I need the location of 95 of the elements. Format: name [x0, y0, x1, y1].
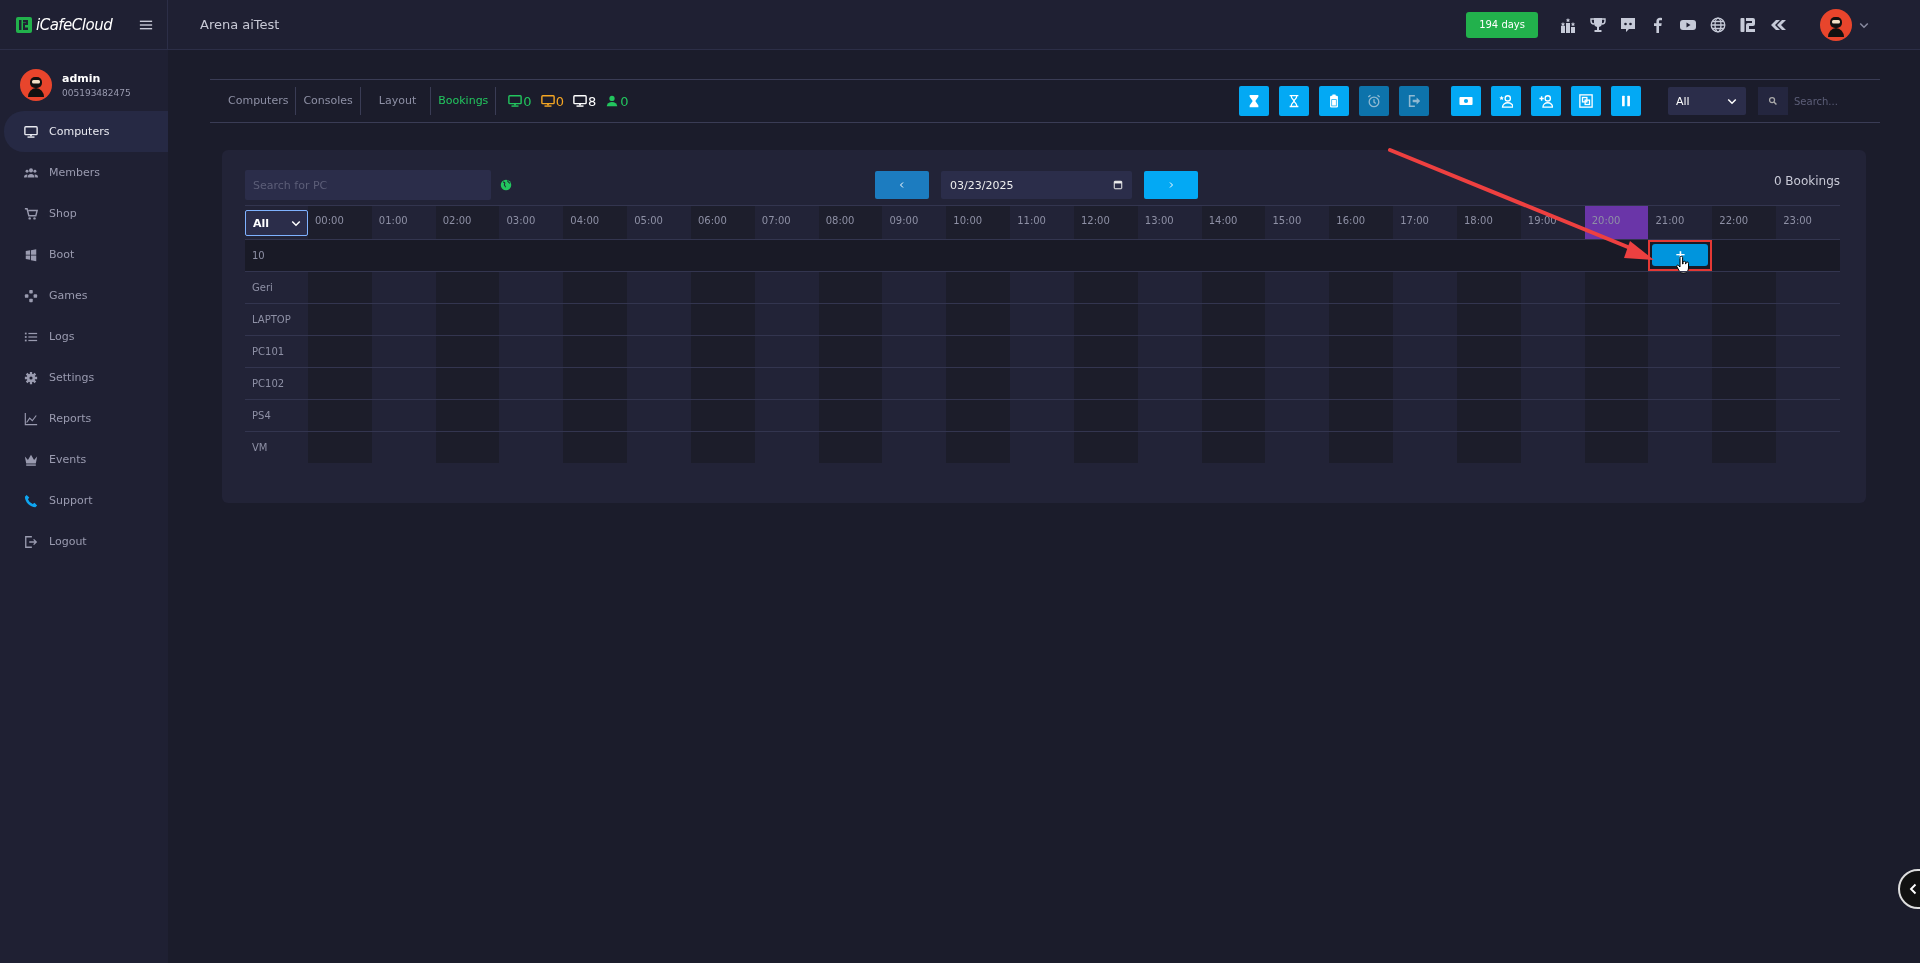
hour-header: 03:00	[505, 214, 537, 228]
avatar	[1820, 8, 1852, 41]
sidebar-item[interactable]: Games	[4, 275, 168, 316]
avatar	[20, 69, 52, 101]
search-button[interactable]	[1758, 87, 1788, 115]
tab[interactable]: Computers	[210, 87, 297, 115]
user-plus-icon	[1539, 94, 1553, 108]
hour-header: 09:00	[888, 214, 920, 228]
brand-mark-icon	[1740, 16, 1756, 33]
sidebar-item[interactable]: Logs	[4, 316, 168, 357]
toolbar-button[interactable]	[1611, 86, 1641, 116]
frame-icon	[1579, 94, 1593, 108]
monitor-icon	[24, 124, 38, 139]
banknote-icon	[1459, 94, 1473, 108]
toolbar-button[interactable]	[1531, 86, 1561, 116]
user-star-icon	[1499, 94, 1513, 108]
tab[interactable]: Bookings	[431, 87, 497, 115]
hour-header: 08:00	[818, 206, 883, 239]
gear-icon	[24, 370, 38, 385]
bookings-count: 0 Bookings	[1773, 174, 1840, 188]
chat-icon	[1620, 16, 1636, 33]
toolbar-button[interactable]	[1491, 86, 1521, 116]
exit-icon	[1407, 94, 1421, 108]
hour-header: 06:00	[691, 206, 755, 239]
hour-header: 20:00	[1584, 206, 1649, 239]
hour-header: 10:00	[946, 206, 1011, 239]
next-day-button[interactable]	[1144, 171, 1198, 199]
gamepad-icon	[24, 288, 38, 303]
pause-icon	[1619, 94, 1633, 108]
sidebar-item[interactable]: Support	[4, 480, 168, 521]
logout-icon	[24, 534, 38, 549]
line-chart-icon	[24, 411, 38, 426]
date-field[interactable]: 03/23/2025	[941, 171, 1132, 199]
hour-header: 05:00	[633, 214, 664, 228]
hour-header: 01:00	[377, 214, 409, 228]
user-id: 005193482475	[62, 88, 131, 98]
toolbar-button[interactable]	[1451, 86, 1481, 116]
hour-header: 18:00	[1457, 206, 1521, 239]
toolbar-button[interactable]	[1239, 86, 1269, 116]
hour-header: 22:00	[1712, 206, 1777, 239]
sidebar-item[interactable]: Reports	[4, 398, 168, 439]
toolbar-button[interactable]	[1279, 86, 1309, 116]
search-icon	[1768, 96, 1778, 106]
status-count: 0	[620, 93, 629, 109]
status-count: 8	[587, 93, 597, 109]
hourglass-icon	[1287, 94, 1301, 108]
chevron-right-icon	[1167, 181, 1175, 189]
toolbar-button[interactable]	[1319, 86, 1349, 116]
venue-title: Arena aiTest	[200, 17, 280, 32]
search-field[interactable]: Search...	[1788, 87, 1874, 115]
license-days-badge: 194 days	[1466, 11, 1538, 38]
hour-header: 11:00	[1016, 214, 1047, 228]
hour-header: 07:00	[760, 214, 792, 228]
hour-header: 23:00	[1782, 214, 1813, 228]
hour-header: 17:00	[1399, 214, 1430, 228]
hour-header: 04:00	[563, 206, 628, 239]
chevron-left-icon	[898, 181, 906, 189]
globe-icon	[500, 179, 512, 191]
calendar-icon	[1113, 180, 1123, 190]
sidebar-item[interactable]: Shop	[4, 193, 168, 234]
toolbar-button[interactable]	[1571, 86, 1601, 116]
hour-header: 12:00	[1074, 206, 1138, 239]
hour-header: 16:00	[1329, 206, 1394, 239]
status-count: 0	[555, 93, 564, 109]
sidebar-item[interactable]: Events	[4, 439, 168, 480]
sidebar-item[interactable]: Computers	[4, 111, 168, 152]
trophy-icon	[1590, 16, 1606, 33]
sidebar-item[interactable]: Logout	[4, 521, 168, 562]
hour-header: 21:00	[1654, 214, 1686, 228]
sidebar-item[interactable]: Settings	[4, 357, 168, 398]
computer-name: 10	[245, 239, 308, 271]
brand-name: iCafeCloud	[36, 15, 113, 34]
cart-icon	[24, 206, 38, 221]
filter-select[interactable]: All	[1668, 87, 1746, 115]
sidebar-item[interactable]: Members	[4, 152, 168, 193]
hour-header: 14:00	[1201, 206, 1266, 239]
user-name: admin	[62, 72, 102, 85]
podium-icon	[1560, 16, 1576, 33]
hour-header: 13:00	[1143, 214, 1175, 228]
hour-header: 00:00	[308, 206, 372, 239]
windows-icon	[24, 247, 38, 262]
globe-icon	[1710, 16, 1726, 33]
tab[interactable]: Consoles	[296, 87, 361, 115]
previous-day-button[interactable]	[875, 171, 929, 199]
sidebar-item[interactable]: Boot	[4, 234, 168, 275]
alarm-clock-icon	[1367, 94, 1381, 108]
status-count: 0	[523, 93, 532, 109]
battery-icon	[1327, 94, 1341, 108]
logo-mark-icon	[16, 15, 32, 34]
tab[interactable]: Layout	[360, 87, 432, 115]
phone-icon	[24, 493, 38, 508]
hour-header: 02:00	[435, 206, 500, 239]
group-select[interactable]: All	[245, 210, 308, 236]
hourglass-icon	[1247, 94, 1261, 108]
hour-header: 15:00	[1271, 214, 1303, 228]
